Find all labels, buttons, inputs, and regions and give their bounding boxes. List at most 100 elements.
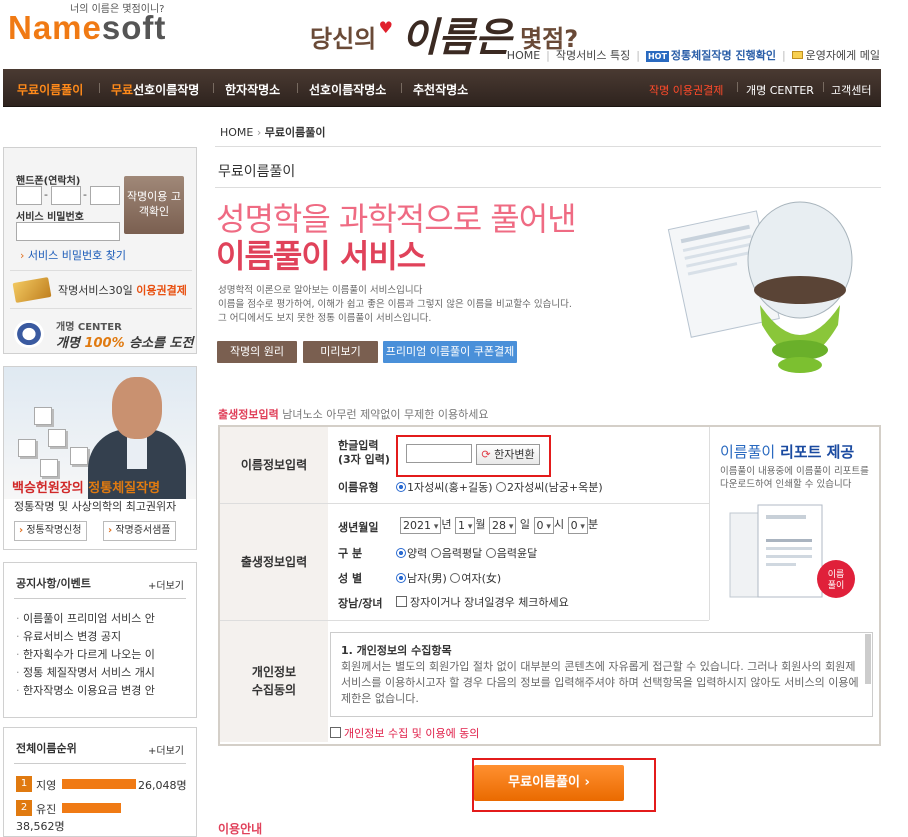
svg-text:이름: 이름 [828,569,845,580]
hour-select[interactable]: 0 [533,516,554,534]
voucher-30-link[interactable]: 작명서비스30일 이용권결제 [58,282,187,298]
phone-field-1[interactable] [16,186,42,205]
birth-info-form: 이름정보입력 출생정보입력 개인정보 수집동의 한글입력 (3자 입력) ⟳ 한자변… [218,425,881,746]
slogan-emphasis: 이름은 [401,14,512,61]
free-reading-submit-button[interactable]: 무료이름풀이 › [474,765,624,801]
list-item[interactable]: 정통 체질작명서 서비스 개시 [16,664,188,682]
report-title: 이름풀이 리포트 제공 [720,443,855,461]
month-select[interactable]: 1 [455,516,476,534]
password-field[interactable] [16,222,120,241]
preview-button[interactable]: 미리보기 [303,341,378,363]
gender-radio-female[interactable]: 여자(女) [450,572,501,585]
birthdate-selects: 2021년 1월 28 일 0시 0분 [400,516,598,534]
privacy-consent-checkbox[interactable]: 개인정보 수집 및 이용에 동의 [330,725,479,741]
chevron-right-icon: › [584,775,590,790]
calendar-radio-lunar[interactable]: 음력평달 [430,547,482,560]
login-box: 핸드폰(연락처) - - 서비스 비밀번호 작명이용 고객확인 › 서비스 비밀… [3,147,197,354]
breadcrumb-current: 무료이름풀이 [264,126,326,139]
calendar-options: 양력 음력평달 음력윤달 [396,545,537,561]
list-item[interactable]: 유료서비스 변경 공지 [16,628,188,646]
hanja-cube-icon [40,459,58,477]
rank-title: 전체이름순위 [16,742,77,755]
nav-free-preferred-naming[interactable]: 무료선호이름작명 [111,81,199,98]
nav-voucher-payment[interactable]: 작명 이용권결제 [649,82,723,98]
link-features[interactable]: 작명서비스 특징 [556,49,630,62]
promo-title: 백승헌원장의 정통체질작명 [12,481,161,496]
link-home[interactable]: HOME [507,49,540,62]
svg-text:풀이: 풀이 [828,580,845,591]
nav-hanja-naming[interactable]: 한자작명소 [225,81,280,98]
name-type-label: 이름유형 [338,481,379,494]
rank-number: 1 [16,776,32,792]
terms-heading: 1. 개인정보의 수집항목 [341,644,452,657]
rename-center-emblem-icon [14,320,44,348]
name-type-options: 1자성씨(홍+길동) 2자성씨(남궁+옥분) [396,479,603,495]
top-links: HOME | 작명서비스 특징 | HOT 정통체질작명 진행확인 | 운영자에게 메일 [506,49,880,62]
link-progress-check[interactable]: 정통체질작명 진행확인 [671,49,776,62]
row-label-birth-info: 출생정보입력 [220,504,328,620]
nav-free-name-reading[interactable]: 무료이름풀이 [17,81,83,98]
list-item[interactable]: 한자획수가 다르게 나오는 이 [16,646,188,664]
row-label-consent: 개인정보 수집동의 [220,621,328,742]
name-type-radio-2[interactable]: 2자성씨(남궁+옥분) [496,481,603,494]
breadcrumb-home[interactable]: HOME [220,126,253,139]
nav-preferred-naming[interactable]: 선호이름작명소 [309,81,386,98]
highlight-outline [396,435,551,477]
premium-coupon-button[interactable]: 프리미엄 이름풀이 쿠폰결제 [383,341,517,363]
hot-badge: HOT [645,51,669,62]
form-head-title: 출생정보입력 [218,408,279,421]
eldest-checkbox[interactable]: 장자이거나 장녀일경우 체크하세요 [396,594,569,610]
phone-field-2[interactable] [51,186,81,205]
certificate-sample-button[interactable]: › 작명증서샘플 [103,521,176,541]
calendar-radio-solar[interactable]: 양력 [396,547,427,560]
eldest-label: 장남/장녀 [338,597,383,610]
traditional-naming-apply-button[interactable]: › 정통작명신청 [14,521,87,541]
rank-count: 26,048명 [138,779,187,792]
gender-radio-male[interactable]: 남자(男) [396,572,447,585]
rename-center-slogan: 개명 100% 승소를 도전 [56,336,194,351]
rank-bar [62,803,121,813]
row-label-name-info: 이름정보입력 [220,427,328,503]
day-select[interactable]: 28 [489,516,517,534]
rank-more-link[interactable]: +더보기 [148,742,184,757]
link-mail-admin[interactable]: 운영자에게 메일 [806,49,880,62]
minute-select[interactable]: 0 [567,516,588,534]
lightbulb-illustration [667,201,853,373]
hanja-cube-icon [70,447,88,465]
heart-icon: ♥ [378,18,393,37]
notice-more-link[interactable]: +더보기 [148,577,184,592]
rank-row[interactable]: 1 지영 26,048명 [16,776,196,792]
list-item[interactable]: 한자작명소 이용요금 변경 안 [16,682,188,700]
gender-label: 성 별 [338,572,363,585]
year-select[interactable]: 2021 [400,516,442,534]
promo-subtitle: 정통작명 및 사상의학의 최고권위자 [14,500,177,513]
list-item[interactable]: 이름풀이 프리미엄 서비스 안 [16,610,188,628]
rank-row[interactable]: 2 유진 38,562명 [16,800,196,833]
nav-customer-center[interactable]: 고객센터 [831,82,871,98]
find-password-link[interactable]: › 서비스 비밀번호 찾기 [20,247,126,263]
rename-center-title[interactable]: 개명 CENTER [56,318,122,333]
notice-title: 공지사항/이벤트 [16,577,91,590]
report-panel: 이름풀이 리포트 제공 이름풀이 내용중에 이름풀이 리포트를 다운로드하여 인쇄… [709,427,881,620]
usage-guide-title: 이용안내 [218,822,263,836]
hero-desc: 그 어디에서도 보지 못한 정통 이름풀이 서비스입니다. [218,313,432,324]
form-header: 출생정보입력 남녀노소 아무런 제약없이 무제한 이용하세요 [218,406,489,422]
notice-list: 이름풀이 프리미엄 서비스 안 유료서비스 변경 공지 한자획수가 다르게 나오… [16,610,188,700]
mail-icon [791,51,803,59]
logo-text-name: Name [8,9,102,46]
rank-number: 2 [16,800,32,816]
calendar-radio-leap[interactable]: 음력윤달 [485,547,537,560]
privacy-terms-box[interactable]: 1. 개인정보의 수집항목 회원께서는 별도의 회원가입 절차 없이 대부분의 … [330,632,873,717]
phone-field-3[interactable] [90,186,120,205]
name-type-radio-1[interactable]: 1자성씨(홍+길동) [396,481,493,494]
scrollbar[interactable] [865,634,871,684]
main-nav: 무료이름풀이 무료선호이름작명 한자작명소 선호이름작명소 추천작명소 작명 이… [3,69,881,107]
hanja-cube-icon [34,407,52,425]
nav-recommended-naming[interactable]: 추천작명소 [413,81,468,98]
customer-confirm-button[interactable]: 작명이용 고객확인 [124,176,184,234]
phone-label: 핸드폰(연락처) [16,176,81,187]
password-label: 서비스 비밀번호 [16,212,84,223]
nav-rename-center[interactable]: 개명 CENTER [746,82,814,98]
hero-line-2: 이름풀이 서비스 [216,237,426,275]
naming-principle-button[interactable]: 작명의 원리 [217,341,297,363]
